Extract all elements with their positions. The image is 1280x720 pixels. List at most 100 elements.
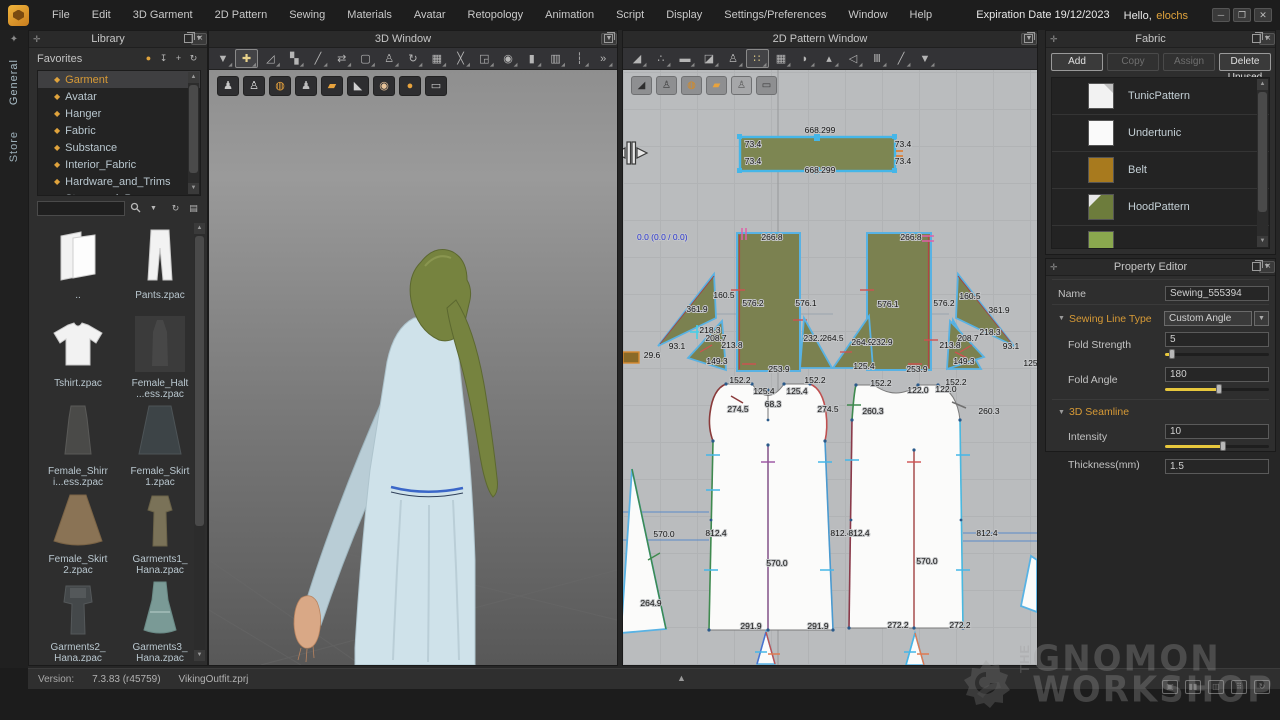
menu-retopology[interactable]: Retopology: [457, 0, 535, 30]
sewing-line-type-select[interactable]: Custom Angle: [1164, 311, 1252, 326]
polygon-tool-icon[interactable]: ◪◢: [698, 49, 721, 68]
dock-icon[interactable]: ✛: [1050, 35, 1058, 44]
close-button[interactable]: ✕: [1254, 8, 1272, 22]
add-button[interactable]: Add: [1051, 53, 1103, 71]
library-item-femaleshirr[interactable]: Female_Shirri...ess.zpac: [39, 402, 117, 488]
slider-knob[interactable]: [1216, 384, 1222, 394]
show-head-icon[interactable]: ◉: [373, 76, 395, 96]
trim-icon[interactable]: ▥◢: [544, 49, 567, 68]
dock-pin-icon[interactable]: ✦: [0, 30, 28, 45]
simulate-icon[interactable]: ▼◢: [212, 49, 235, 68]
fabric-row-undertunic[interactable]: Undertunic: [1052, 115, 1269, 152]
add-folder-icon[interactable]: +: [171, 52, 186, 65]
arrangement-grid-icon[interactable]: ▦◢: [425, 49, 448, 68]
timeline-expand-icon[interactable]: ▲: [677, 673, 686, 683]
scroll-up-icon[interactable]: ▲: [188, 72, 199, 83]
rotate-gizmo-icon[interactable]: ↻◢: [402, 49, 425, 68]
pattern-piece-hem-gores[interactable]: [755, 632, 929, 665]
3d-viewport[interactable]: ♟♙◍♟▰◣◉●▭: [209, 70, 617, 665]
pattern-gores-right[interactable]: [947, 274, 1014, 369]
list-view-icon[interactable]: ▤: [186, 202, 201, 215]
fold-strength-input[interactable]: [1165, 332, 1269, 347]
search-icon[interactable]: [128, 202, 143, 215]
scroll-up-icon[interactable]: ▲: [1257, 79, 1268, 90]
scroll-thumb[interactable]: [189, 85, 198, 173]
menu-window[interactable]: Window: [837, 0, 898, 30]
favorite-stage_and_props[interactable]: ◆Stage_and_Props: [38, 190, 200, 196]
menu-sewing[interactable]: Sewing: [278, 0, 336, 30]
float-panel-icon[interactable]: [604, 34, 613, 43]
library-item-pantszpac[interactable]: Pants.zpac: [121, 226, 199, 301]
delete-unused-button[interactable]: Delete Unused: [1219, 53, 1271, 71]
fabric-row-belt[interactable]: Belt: [1052, 152, 1269, 189]
show-garment-fit-icon[interactable]: ♙: [243, 76, 265, 96]
avatar-figure[interactable]: [209, 70, 617, 665]
refresh-view-icon[interactable]: ↻: [168, 202, 183, 215]
pattern-piece-strap[interactable]: [623, 352, 639, 363]
pattern-piece-undertunic-back[interactable]: [845, 383, 970, 629]
section-sewing-line-type[interactable]: ▼Sewing Line TypeCustom Angle▼: [1046, 308, 1275, 326]
3d-window-titlebar[interactable]: 3D Window ▼: [209, 31, 617, 48]
thickness-mm--input[interactable]: [1165, 459, 1269, 474]
username[interactable]: elochs: [1156, 10, 1188, 22]
pleats-icon[interactable]: Ⅲ◢: [866, 49, 889, 68]
menu-display[interactable]: Display: [655, 0, 713, 30]
favorite-substance[interactable]: ◆Substance: [38, 139, 200, 156]
float-panel-icon[interactable]: [1252, 262, 1261, 271]
menu-avatar[interactable]: Avatar: [403, 0, 457, 30]
assign-button[interactable]: Assign: [1163, 53, 1215, 71]
slider-knob[interactable]: [1220, 441, 1226, 451]
toolbar-overflow-icon[interactable]: »◢: [592, 49, 615, 68]
minimize-button[interactable]: ─: [1212, 8, 1230, 22]
tab-store[interactable]: Store: [8, 131, 20, 162]
library-item-[interactable]: ..: [39, 226, 117, 301]
edit-pattern-icon[interactable]: ∴◢: [650, 49, 673, 68]
refresh-icon[interactable]: ↻: [186, 52, 201, 65]
favorite-hardware_and_trims[interactable]: ◆Hardware_and_Trims: [38, 173, 200, 190]
flatten-icon[interactable]: ▢◢: [354, 49, 377, 68]
restore-button[interactable]: ❐: [1233, 8, 1251, 22]
button-tool-icon[interactable]: ◉◢: [497, 49, 520, 68]
menu-2d-pattern[interactable]: 2D Pattern: [204, 0, 279, 30]
favorite-fabric[interactable]: ◆Fabric: [38, 122, 200, 139]
menu-edit[interactable]: Edit: [81, 0, 122, 30]
float-panel-icon[interactable]: [1252, 34, 1261, 43]
fabric-row-tunicpattern[interactable]: TunicPattern: [1052, 78, 1269, 115]
dart-icon[interactable]: ◁◢: [842, 49, 865, 68]
close-panel-icon[interactable]: ×: [1265, 262, 1271, 271]
edit-pin-icon[interactable]: ◿◢: [259, 49, 282, 68]
favorite-marker-icon[interactable]: ●: [141, 52, 156, 65]
search-filter-dropdown-icon[interactable]: ▼: [146, 202, 161, 215]
library-titlebar[interactable]: ✛ Library ▼ ×: [29, 31, 207, 48]
tab-general[interactable]: General: [8, 59, 20, 105]
collapse-arrow-icon[interactable]: ▼: [1058, 409, 1065, 416]
rectangle-tool-icon[interactable]: ▬◢: [674, 49, 697, 68]
fabric-row-hoodpattern[interactable]: HoodPattern: [1052, 189, 1269, 226]
library-item-femaleskirt[interactable]: Female_Skirt1.zpac: [121, 402, 199, 488]
menu-materials[interactable]: Materials: [336, 0, 403, 30]
select-garment-icon[interactable]: ▚◢: [283, 49, 306, 68]
copy-button[interactable]: Copy: [1107, 53, 1159, 71]
fabric-scrollbar[interactable]: ▲ ▼: [1257, 79, 1268, 247]
favorites-scrollbar[interactable]: ▲ ▼: [188, 72, 199, 194]
fold-angle-slider[interactable]: [1165, 384, 1269, 394]
intensity-input[interactable]: [1165, 424, 1269, 439]
scroll-thumb[interactable]: [1258, 92, 1267, 212]
show-garment-icon[interactable]: ♟: [217, 76, 239, 96]
show-arrangement-points-icon[interactable]: ◍: [269, 76, 291, 96]
search-input[interactable]: [37, 201, 125, 216]
2d-canvas[interactable]: ◢♙◍▰♙▭: [623, 70, 1037, 665]
favorite-avatar[interactable]: ◆Avatar: [38, 88, 200, 105]
pattern-piece-gore-right-edge[interactable]: [1021, 556, 1037, 612]
show-avatar-icon[interactable]: ♟: [295, 76, 317, 96]
name-input[interactable]: [1165, 286, 1269, 301]
dock-icon[interactable]: ✛: [33, 35, 41, 44]
menu-3d-garment[interactable]: 3D Garment: [122, 0, 204, 30]
fold-angle-input[interactable]: [1165, 367, 1269, 382]
library-item-femaleskirt[interactable]: Female_Skirt2.zpac: [39, 490, 117, 576]
scroll-down-icon[interactable]: ▼: [188, 183, 199, 194]
slider-knob[interactable]: [1169, 349, 1175, 359]
library-item-femalehalt[interactable]: Female_Halt...ess.zpac: [121, 314, 199, 400]
library-item-garments3[interactable]: Garments3_Hana.zpac: [121, 578, 199, 662]
favorite-garment[interactable]: ◆Garment: [38, 71, 200, 88]
